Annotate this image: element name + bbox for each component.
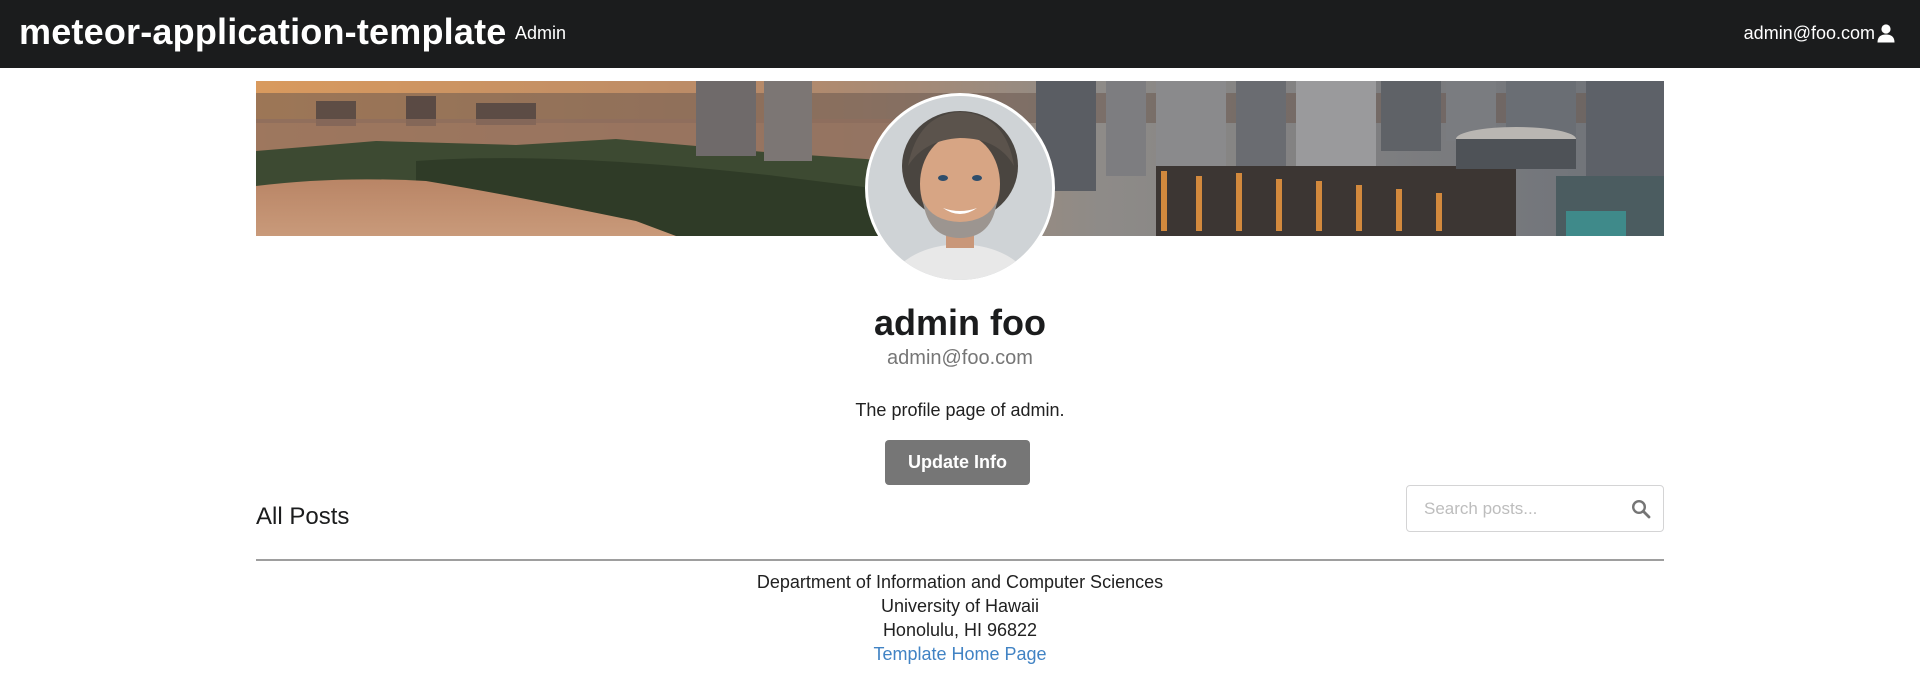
profile-avatar <box>865 93 1055 283</box>
footer-line-department: Department of Information and Computer S… <box>756 572 1164 592</box>
search-posts-field <box>1406 485 1664 532</box>
all-posts-heading: All Posts <box>256 503 350 530</box>
profile-bio: The profile page of admin. <box>855 400 1065 420</box>
template-home-page-link[interactable]: Template Home Page <box>873 644 1046 664</box>
footer-line-university: University of Hawaii <box>880 596 1040 616</box>
section-divider <box>256 559 1664 561</box>
search-posts-input[interactable] <box>1407 486 1627 531</box>
profile-name: admin foo <box>874 302 1046 343</box>
user-email-label: admin@foo.com <box>1743 23 1875 43</box>
update-info-button[interactable]: Update Info <box>885 440 1030 485</box>
footer-line-address: Honolulu, HI 96822 <box>882 620 1038 640</box>
profile-email: admin@foo.com <box>887 347 1033 369</box>
user-icon <box>1877 24 1895 43</box>
top-navbar: meteor-application-template Admin admin@… <box>0 0 1920 68</box>
page-footer: Department of Information and Computer S… <box>0 570 1920 666</box>
search-icon[interactable] <box>1631 499 1651 519</box>
brand-link[interactable]: meteor-application-template <box>19 10 506 54</box>
user-dropdown[interactable]: admin@foo.com <box>1744 20 1896 46</box>
nav-link-admin[interactable]: Admin <box>515 21 566 45</box>
